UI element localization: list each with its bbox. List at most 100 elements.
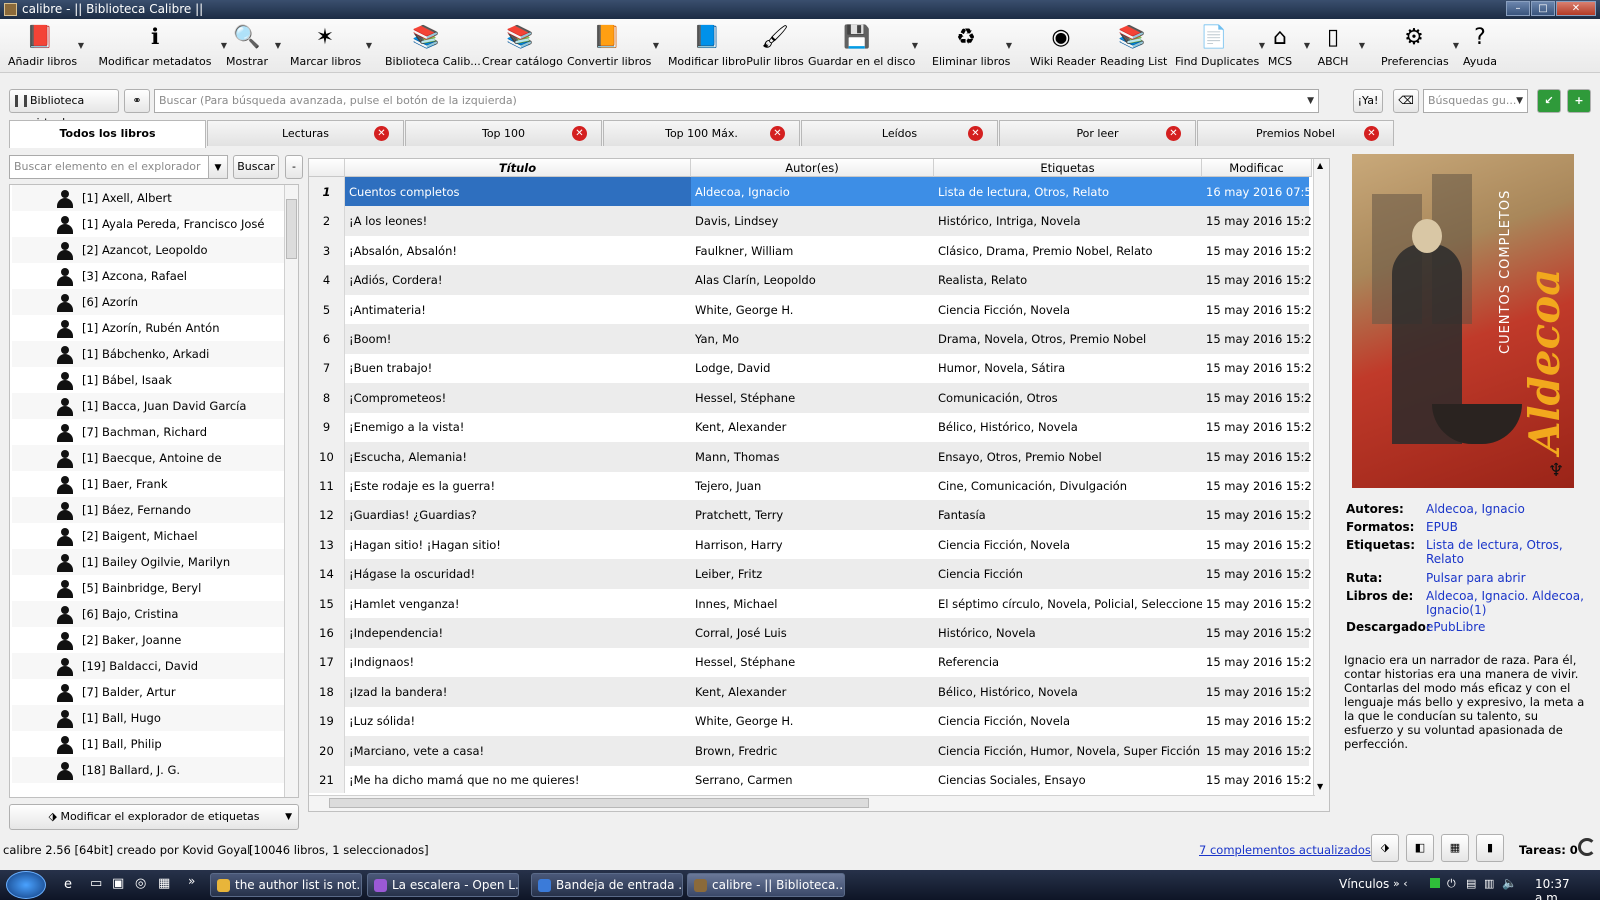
- close-tab-icon[interactable]: ✕: [572, 126, 587, 141]
- toolbar-button-mcs[interactable]: ⌂ MCS ▼: [1262, 21, 1310, 71]
- save-search-button[interactable]: ↙: [1537, 89, 1561, 113]
- clock[interactable]: 10:37 a.m.: [1535, 877, 1600, 900]
- chevron-down-icon[interactable]: ▼: [1453, 41, 1459, 50]
- toolbar-button-reading-list[interactable]: 📚 Reading List: [1100, 21, 1167, 71]
- scrollbar-thumb[interactable]: [329, 798, 869, 808]
- close-tab-icon[interactable]: ✕: [968, 126, 983, 141]
- ie-icon[interactable]: e: [64, 877, 72, 892]
- minimize-button[interactable]: –: [1506, 1, 1530, 16]
- tag-browser-item[interactable]: [1] Ball, Hugo: [12, 705, 284, 731]
- tag-browser-item[interactable]: [7] Balder, Artur: [12, 679, 284, 705]
- taskbar-task[interactable]: the author list is not...: [210, 873, 362, 897]
- calculator-icon[interactable]: ▦: [158, 876, 170, 891]
- search-go-button[interactable]: ¡Ya!: [1353, 89, 1383, 113]
- detail-value-link[interactable]: Aldecoa, Ignacio. Aldecoa, Ignacio(1): [1426, 589, 1586, 617]
- table-vertical-scrollbar[interactable]: ▲ ▼: [1313, 159, 1329, 811]
- table-row[interactable]: 10 ¡Escucha, Alemania! Mann, Thomas Ensayo,…: [309, 441, 1312, 472]
- toolbar-button-convertir-libros[interactable]: 📙 Convertir libros ▼: [567, 21, 659, 71]
- toolbar-button-eliminar-libros[interactable]: ♻ Eliminar libros ▼: [932, 21, 1012, 71]
- column-header-tags[interactable]: Etiquetas: [934, 159, 1202, 177]
- tab-all-books[interactable]: Todos los libros: [9, 120, 206, 148]
- tag-browser-item[interactable]: [1] Bacca, Juan David García: [12, 393, 284, 419]
- desktop-icon[interactable]: ▣: [112, 876, 124, 891]
- tag-search-input[interactable]: Buscar elemento en el explorador de ...: [9, 155, 217, 195]
- network-icon[interactable]: ▥: [1484, 877, 1494, 890]
- tag-browser-item[interactable]: [1] Baecque, Antoine de: [12, 445, 284, 471]
- links-more-icon[interactable]: » ‹: [1393, 877, 1408, 890]
- table-row[interactable]: 2 ¡A los leones! Davis, Lindsey Histórico, …: [309, 206, 1312, 237]
- tab-library-2[interactable]: Top 100 ✕: [405, 120, 602, 146]
- table-row[interactable]: 16 ¡Independencia! Corral, José Luis Histór…: [309, 618, 1312, 648]
- chevron-down-icon[interactable]: ▼: [366, 41, 372, 50]
- volume-icon[interactable]: 🔈: [1502, 876, 1517, 890]
- table-row[interactable]: 4 ¡Adiós, Cordera! Alas Clarín, Leopoldo Re…: [309, 265, 1312, 296]
- tag-browser-item[interactable]: [2] Baigent, Michael: [12, 523, 284, 549]
- scroll-up-icon[interactable]: ▲: [1317, 161, 1323, 170]
- tag-search-button[interactable]: Buscar: [233, 155, 279, 179]
- tab-library-5[interactable]: Por leer ✕: [999, 120, 1196, 146]
- links-toolbar[interactable]: Vínculos: [1339, 877, 1389, 891]
- column-header-authors[interactable]: Autor(es): [691, 159, 934, 177]
- table-horizontal-scrollbar[interactable]: [309, 795, 1315, 811]
- chevron-down-icon[interactable]: ▼: [653, 41, 659, 50]
- tray-power-icon[interactable]: ⏻: [1447, 877, 1456, 891]
- explorer-icon[interactable]: ▭: [90, 876, 102, 891]
- tab-library-3[interactable]: Top 100 Máx. ✕: [603, 120, 800, 146]
- toolbar-button-modificar-libro[interactable]: 📘 Modificar libro: [667, 21, 747, 71]
- table-row[interactable]: 9 ¡Enemigo a la vista! Kent, Alexander Béli…: [309, 412, 1312, 443]
- chrome-icon[interactable]: ◎: [135, 876, 146, 891]
- search-input[interactable]: Buscar (Para búsqueda avanzada, pulse el…: [154, 89, 1319, 113]
- book-details-toggle-button[interactable]: ▮: [1476, 834, 1504, 862]
- quicklaunch-more-icon[interactable]: »: [188, 874, 195, 888]
- tab-library-1[interactable]: Lecturas ✕: [207, 120, 404, 146]
- table-row[interactable]: 21 ¡Me ha dicho mamá que no me quieres! Se…: [309, 765, 1312, 793]
- tray-app-icon[interactable]: ▤: [1466, 877, 1476, 890]
- cover-view-button[interactable]: ◧: [1406, 834, 1434, 862]
- tag-browser-item[interactable]: [1] Ayala Pereda, Francisco José: [12, 211, 284, 237]
- toolbar-button-find-duplicates[interactable]: 📄 Find Duplicates ▼: [1175, 21, 1265, 71]
- tag-browser-item[interactable]: [1] Axell, Albert: [12, 185, 284, 211]
- book-cover[interactable]: CUENTOS COMPLETOS Aldecoa ♆: [1352, 154, 1574, 488]
- tag-browser-item[interactable]: [1] Baer, Frank: [12, 471, 284, 497]
- toolbar-button-biblioteca-calib[interactable]: 📚 Biblioteca Calib...: [385, 21, 481, 71]
- chevron-down-icon[interactable]: ▼: [275, 41, 281, 50]
- book-list-table[interactable]: Título Autor(es) Etiquetas Modificac 1 Cu…: [308, 158, 1330, 812]
- toolbar-button-wiki-reader[interactable]: ◉ Wiki Reader: [1030, 21, 1096, 71]
- toolbar-button-pulir-libros[interactable]: 🖌 Pulir libros: [745, 21, 805, 71]
- table-row[interactable]: 18 ¡Izad la bandera! Kent, Alexander Bélico…: [309, 676, 1312, 707]
- scrollbar-thumb[interactable]: [286, 199, 297, 259]
- tag-browser-item[interactable]: [6] Bajo, Cristina: [12, 601, 284, 627]
- detail-value-link[interactable]: EPUB: [1426, 520, 1586, 534]
- tab-library-4[interactable]: Leídos ✕: [801, 120, 998, 146]
- table-row[interactable]: 7 ¡Buen trabajo! Lodge, David Humor, Novela…: [309, 353, 1312, 384]
- table-row[interactable]: 14 ¡Hágase la oscuridad! Leiber, Fritz Cien…: [309, 559, 1312, 590]
- add-search-button[interactable]: +: [1567, 89, 1591, 113]
- taskbar-task[interactable]: calibre - || Biblioteca...: [687, 873, 845, 897]
- table-row[interactable]: 8 ¡Comprometeos! Hessel, Stéphane Comunicac…: [309, 382, 1312, 413]
- maximize-button[interactable]: □: [1531, 1, 1555, 16]
- table-row[interactable]: 11 ¡Este rodaje es la guerra! Tejero, Juan…: [309, 471, 1312, 501]
- toolbar-button-mostrar[interactable]: 🔍 Mostrar ▼: [225, 21, 281, 71]
- start-button[interactable]: [6, 871, 46, 899]
- table-row[interactable]: 6 ¡Boom! Yan, Mo Drama, Novela, Otros, Prem…: [309, 324, 1312, 354]
- tag-browser-item[interactable]: [1] Azorín, Rubén Antón: [12, 315, 284, 341]
- tag-browser-item[interactable]: [3] Azcona, Rafael: [12, 263, 284, 289]
- detail-value-link[interactable]: Pulsar para abrir: [1426, 571, 1586, 585]
- toolbar-button-crear-catálogo[interactable]: 📚 Crear catálogo: [482, 21, 563, 71]
- chevron-down-icon[interactable]: ▼: [1006, 41, 1012, 50]
- tag-search-dropdown[interactable]: ▼: [208, 155, 228, 179]
- advanced-search-button[interactable]: ⚭: [124, 89, 150, 113]
- chevron-down-icon[interactable]: ▼: [1304, 41, 1310, 50]
- toolbar-button-marcar-libros[interactable]: ✶ Marcar libros ▼: [290, 21, 372, 71]
- tag-browser-item[interactable]: [2] Azancot, Leopoldo: [12, 237, 284, 263]
- close-tab-icon[interactable]: ✕: [770, 126, 785, 141]
- table-row[interactable]: 15 ¡Hamlet venganza! Innes, Michael El sépt…: [309, 588, 1312, 619]
- detail-value-link[interactable]: Lista de lectura, Otros, Relato: [1426, 538, 1586, 566]
- table-row[interactable]: 13 ¡Hagan sitio! ¡Hagan sitio! Harrison, H…: [309, 529, 1312, 560]
- scroll-down-icon[interactable]: ▼: [1317, 782, 1323, 791]
- tag-browser-item[interactable]: [18] Ballard, J. G.: [12, 757, 284, 783]
- tag-browser-item[interactable]: [1] Bábchenko, Arkadi: [12, 341, 284, 367]
- column-header-modified[interactable]: Modificac: [1202, 159, 1312, 177]
- tray-check-icon[interactable]: [1430, 878, 1440, 888]
- close-tab-icon[interactable]: ✕: [1166, 126, 1181, 141]
